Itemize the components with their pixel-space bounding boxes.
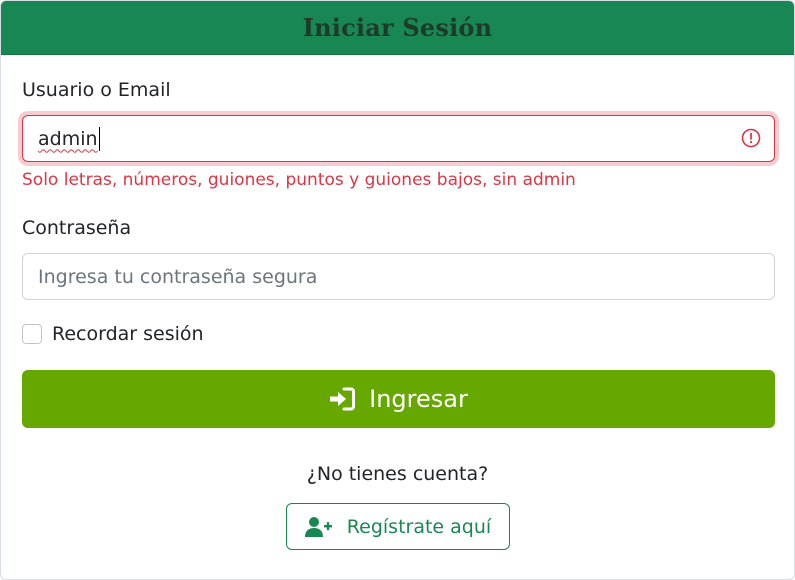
- password-label: Contraseña: [22, 217, 132, 239]
- username-value: admin: [38, 127, 98, 150]
- register-button[interactable]: Regístrate aquí: [286, 503, 510, 550]
- user-plus-icon: [304, 516, 332, 537]
- password-placeholder: Ingresa tu contraseña segura: [38, 265, 318, 288]
- login-button[interactable]: Ingresar: [22, 370, 775, 428]
- login-card: Iniciar Sesión Usuario o Email admin Sol…: [0, 0, 795, 580]
- password-input[interactable]: Ingresa tu contraseña segura: [22, 253, 775, 300]
- text-caret: [98, 126, 100, 151]
- sign-in-icon: [330, 387, 356, 411]
- username-label: Usuario o Email: [22, 79, 171, 101]
- username-input[interactable]: admin: [22, 115, 775, 162]
- remember-label[interactable]: Recordar sesión: [52, 323, 204, 345]
- card-header: Iniciar Sesión: [1, 1, 794, 55]
- login-button-label: Ingresar: [369, 385, 468, 413]
- error-icon: [741, 128, 761, 148]
- no-account-text: ¿No tienes cuenta?: [306, 463, 489, 485]
- username-error: Solo letras, números, guiones, puntos y …: [22, 170, 576, 190]
- remember-checkbox[interactable]: [22, 324, 42, 344]
- page-title: Iniciar Sesión: [302, 13, 493, 42]
- remember-row: Recordar sesión: [22, 323, 204, 345]
- register-button-label: Regístrate aquí: [346, 515, 492, 538]
